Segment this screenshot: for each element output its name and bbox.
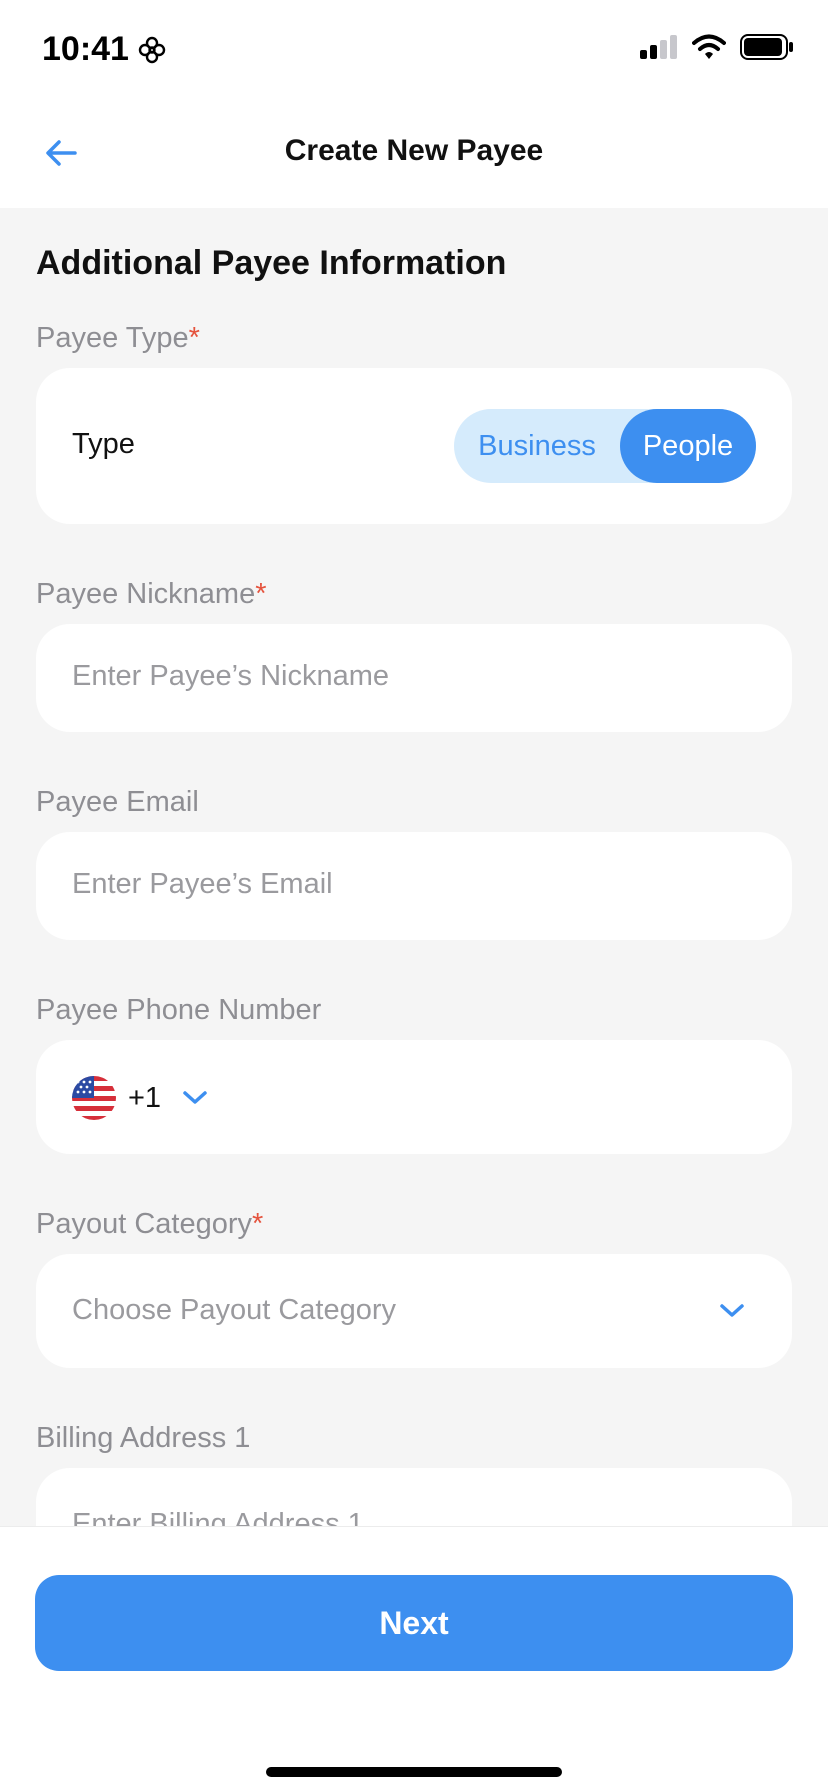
clock-text: 10:41 [42,30,129,68]
required-mark: * [188,322,200,354]
payee-type-label: Payee Type* [36,322,200,354]
billing-address-label: Billing Address 1 [36,1422,251,1454]
cellular-signal-icon [640,35,677,59]
billing-address-placeholder: Enter Billing Address 1 [72,1508,364,1526]
type-option-people[interactable]: People [620,409,756,483]
payout-category-select[interactable]: Choose Payout Category [36,1254,792,1368]
form-content[interactable]: Additional Payee Information Payee Type*… [0,208,828,1526]
payee-phone-input[interactable]: +1 [36,1040,792,1154]
payee-email-label: Payee Email [36,786,199,818]
payee-email-placeholder: Enter Payee’s Email [72,868,333,900]
country-code: +1 [128,1081,162,1114]
required-mark: * [252,1208,264,1240]
chevron-down-icon [183,1091,207,1104]
focus-flower-icon [138,36,166,63]
payee-type-toggle: Business People [454,409,756,483]
status-indicators [640,34,794,60]
section-title: Additional Payee Information [36,244,507,282]
payee-email-input[interactable]: Enter Payee’s Email [36,832,792,940]
home-indicator [266,1767,562,1777]
payee-type-card: Type Business People [36,368,792,524]
payee-nickname-placeholder: Enter Payee’s Nickname [72,660,390,692]
type-row-label: Type [72,428,135,460]
page-title: Create New Payee [284,134,544,167]
bottom-bar: Next [0,1526,828,1792]
status-bar: 10:41 [0,0,828,100]
country-code-selector[interactable]: +1 [72,1076,209,1120]
status-time: 10:41 [42,30,167,69]
payee-nickname-input[interactable]: Enter Payee’s Nickname [36,624,792,732]
payout-category-label: Payout Category* [36,1208,264,1240]
payout-category-placeholder: Choose Payout Category [72,1294,397,1326]
payee-phone-label: Payee Phone Number [36,994,322,1026]
us-flag-icon [72,1076,116,1120]
type-option-business[interactable]: Business [454,409,620,483]
nav-header: Create New Payee [0,100,828,208]
billing-address-input[interactable]: Enter Billing Address 1 [36,1468,792,1526]
battery-icon [740,34,793,60]
payee-nickname-label: Payee Nickname* [36,578,267,610]
next-button[interactable]: Next [35,1575,793,1671]
wifi-icon [692,34,726,59]
chevron-down-icon [720,1304,744,1317]
required-mark: * [255,578,267,610]
